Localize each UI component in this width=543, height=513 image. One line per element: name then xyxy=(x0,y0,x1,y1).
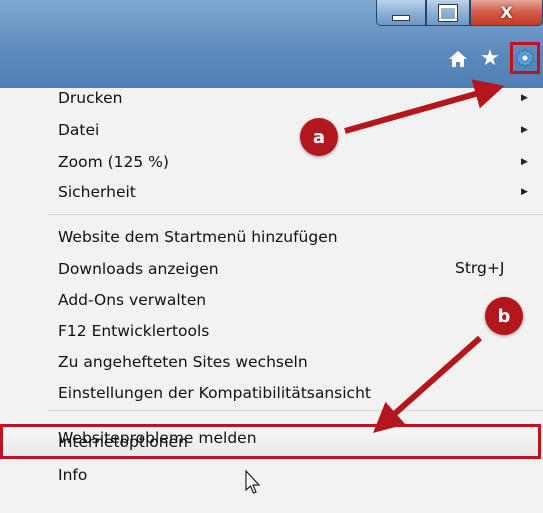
mouse-cursor-icon xyxy=(245,470,261,494)
callout-b-badge: b xyxy=(485,297,523,335)
arrow-a xyxy=(344,79,505,134)
callout-a-badge: a xyxy=(300,118,338,156)
annotation-arrows xyxy=(344,79,505,433)
arrow-b xyxy=(373,335,482,433)
